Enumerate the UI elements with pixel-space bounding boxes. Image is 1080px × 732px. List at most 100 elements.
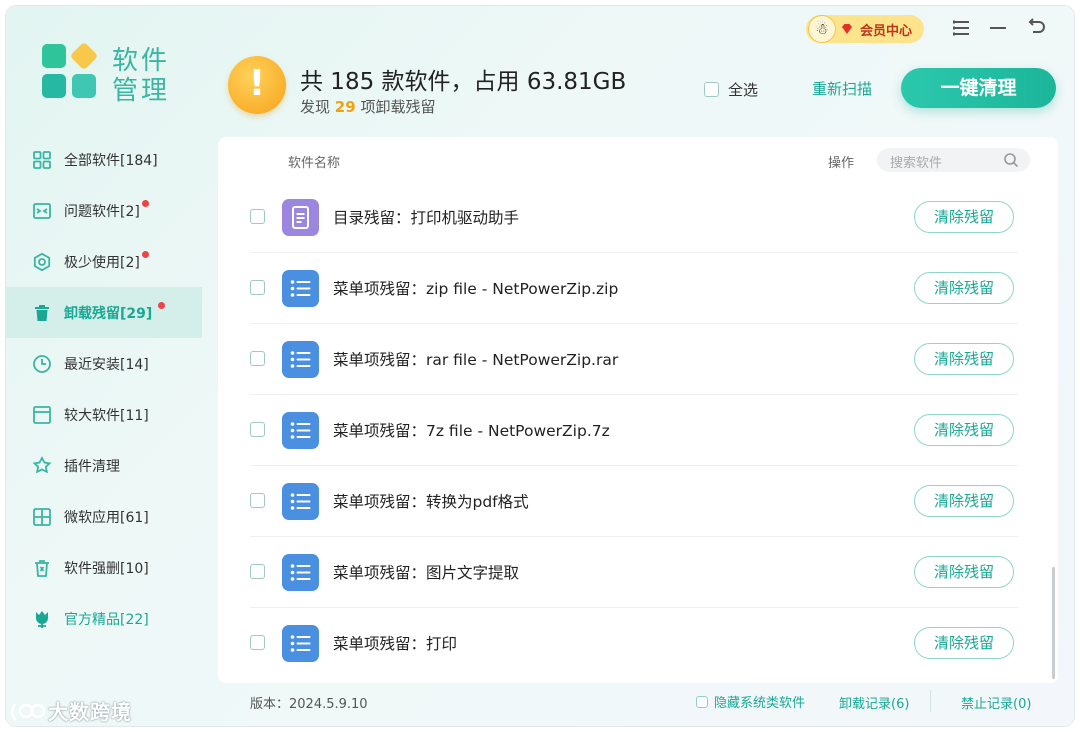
one-click-clean-button[interactable]: 一键清理 [901, 68, 1056, 108]
column-header-action: 操作 [828, 156, 855, 171]
table-row: 菜单项残留：打印 清除残留 [218, 608, 1058, 679]
row-name: 菜单项残留：zip file - NetPowerZip.zip [333, 280, 619, 298]
notification-dot [142, 251, 149, 258]
table-row: 菜单项残留：图片文字提取 清除残留 [218, 537, 1058, 608]
search-placeholder: 搜索软件 [890, 156, 943, 171]
list-icon [282, 554, 319, 591]
sidebar: 软件 管理 全部软件[184] 问题软件[2] 极少使用[2] 卸载残留[29] [6, 6, 202, 726]
table-row: 菜单项残留：rar file - NetPowerZip.rar 清除残留 [218, 324, 1058, 395]
clear-residue-button[interactable]: 清除残留 [914, 272, 1014, 304]
row-name: 菜单项残留：图片文字提取 [333, 564, 520, 582]
app-title-line1: 软件 [112, 46, 171, 76]
table-row: 目录残留：打印机驱动助手 清除残留 [218, 182, 1058, 253]
grid-icon [33, 150, 51, 169]
search-icon [1004, 153, 1019, 168]
sidebar-item-label: 极少使用[2] [64, 254, 140, 271]
checkbox[interactable] [704, 82, 719, 97]
summary-subtitle: 发现 29 项卸载残留 [300, 96, 435, 117]
scrollbar[interactable] [1052, 567, 1055, 679]
sidebar-item-all-software[interactable]: 全部软件[184] [6, 134, 202, 185]
avatar: ☃ [808, 15, 836, 43]
table-row: 菜单项残留：7z file - NetPowerZip.7z 清除残留 [218, 395, 1058, 466]
sidebar-item-uninstall-residue[interactable]: 卸载残留[29] [6, 287, 202, 338]
summary-sub-prefix: 发现 [300, 98, 331, 116]
sidebar-item-official-picks[interactable]: 官方精品[22] [6, 593, 202, 644]
clear-residue-button[interactable]: 清除残留 [914, 414, 1014, 446]
clear-residue-button[interactable]: 清除残留 [914, 343, 1014, 375]
ban-log-link[interactable]: 禁止记录(0) [961, 693, 1031, 712]
sidebar-item-label: 插件清理 [64, 458, 120, 475]
menu-icon[interactable] [950, 17, 972, 39]
app-window: 软件 管理 全部软件[184] 问题软件[2] 极少使用[2] 卸载残留[29] [6, 6, 1074, 726]
row-name: 菜单项残留：转换为pdf格式 [333, 493, 529, 511]
app-title-line2: 管理 [112, 76, 171, 106]
sidebar-item-plugin-cleanup[interactable]: 插件清理 [6, 440, 202, 491]
sidebar-item-label: 问题软件[2] [64, 203, 140, 220]
sidebar-item-label: 较大软件[11] [64, 407, 149, 424]
sidebar-item-problem-software[interactable]: 问题软件[2] [6, 185, 202, 236]
notification-dot [142, 200, 149, 207]
watermark: 大数跨境 [10, 696, 132, 725]
sidebar-item-label: 官方精品[22] [64, 611, 149, 628]
row-checkbox[interactable] [250, 209, 265, 224]
row-name: 菜单项残留：rar file - NetPowerZip.rar [333, 351, 619, 369]
row-name: 菜单项残留：打印 [333, 635, 458, 653]
clear-residue-button[interactable]: 清除残留 [914, 556, 1014, 588]
warning-icon: ! [228, 56, 286, 114]
sidebar-item-recently-installed[interactable]: 最近安装[14] [6, 338, 202, 389]
sidebar-item-label: 全部软件[184] [64, 152, 158, 169]
sidebar-item-label: 微软应用[61] [64, 509, 149, 526]
clear-residue-button[interactable]: 清除残留 [914, 201, 1014, 233]
table-row: 菜单项残留：zip file - NetPowerZip.zip 清除残留 [218, 253, 1058, 324]
footer: 版本：2024.5.9.10 隐藏系统类软件 卸载记录(6) 禁止记录(0) [218, 686, 1058, 722]
row-checkbox[interactable] [250, 351, 265, 366]
select-all-label: 全选 [728, 81, 759, 99]
app-title: 软件 管理 [112, 46, 182, 106]
row-checkbox[interactable] [250, 493, 265, 508]
sidebar-item-rarely-used[interactable]: 极少使用[2] [6, 236, 202, 287]
row-checkbox[interactable] [250, 635, 265, 650]
sidebar-item-label: 最近安装[14] [64, 356, 149, 373]
row-checkbox[interactable] [250, 422, 265, 437]
version-label: 版本：2024.5.9.10 [250, 697, 368, 712]
sidebar-item-large-software[interactable]: 较大软件[11] [6, 389, 202, 440]
window-warning-icon [33, 202, 51, 219]
sidebar-item-label: 软件强删[10] [64, 560, 149, 577]
force-delete-icon [35, 559, 49, 577]
rescan-link[interactable]: 重新扫描 [812, 78, 872, 99]
list-icon [282, 270, 319, 307]
column-header-name: 软件名称 [288, 156, 341, 171]
hide-system-label: 隐藏系统类软件 [714, 696, 806, 711]
clear-residue-button[interactable]: 清除残留 [914, 485, 1014, 517]
summary-title: 共 185 款软件，占用 63.81GB [300, 69, 627, 95]
windows-icon [33, 507, 51, 526]
vip-center-button[interactable]: ☃ 会员中心 [806, 15, 924, 43]
clock-icon [33, 354, 51, 373]
document-icon [282, 199, 319, 236]
uninstall-log-link[interactable]: 卸载记录(6) [839, 693, 909, 712]
clear-residue-button[interactable]: 清除残留 [914, 627, 1014, 659]
table-row: 菜单项残留：转换为pdf格式 清除残留 [218, 466, 1058, 537]
trash-icon [35, 304, 49, 321]
select-all-checkbox[interactable]: 全选 [704, 79, 758, 100]
list-icon [282, 625, 319, 662]
diamond-icon [842, 24, 852, 34]
search-input[interactable]: 搜索软件 [877, 148, 1030, 172]
row-checkbox[interactable] [250, 280, 265, 295]
row-checkbox[interactable] [250, 564, 265, 579]
hide-system-software-checkbox[interactable]: 隐藏系统类软件 [696, 692, 805, 711]
back-icon[interactable] [1025, 17, 1047, 39]
sidebar-item-force-delete[interactable]: 软件强删[10] [6, 542, 202, 593]
checkbox[interactable] [696, 695, 708, 708]
footer-divider [930, 690, 931, 712]
list-icon [282, 341, 319, 378]
watermark-logo-icon [10, 702, 46, 721]
list-icon [282, 483, 319, 520]
row-name: 菜单项残留：7z file - NetPowerZip.7z [333, 422, 610, 440]
hexagon-icon [33, 252, 51, 271]
sidebar-item-microsoft-apps[interactable]: 微软应用[61] [6, 491, 202, 542]
window-icon [33, 405, 51, 424]
row-name: 目录残留：打印机驱动助手 [333, 209, 520, 227]
minimize-icon[interactable] [987, 17, 1009, 39]
residue-count: 29 [334, 98, 356, 116]
